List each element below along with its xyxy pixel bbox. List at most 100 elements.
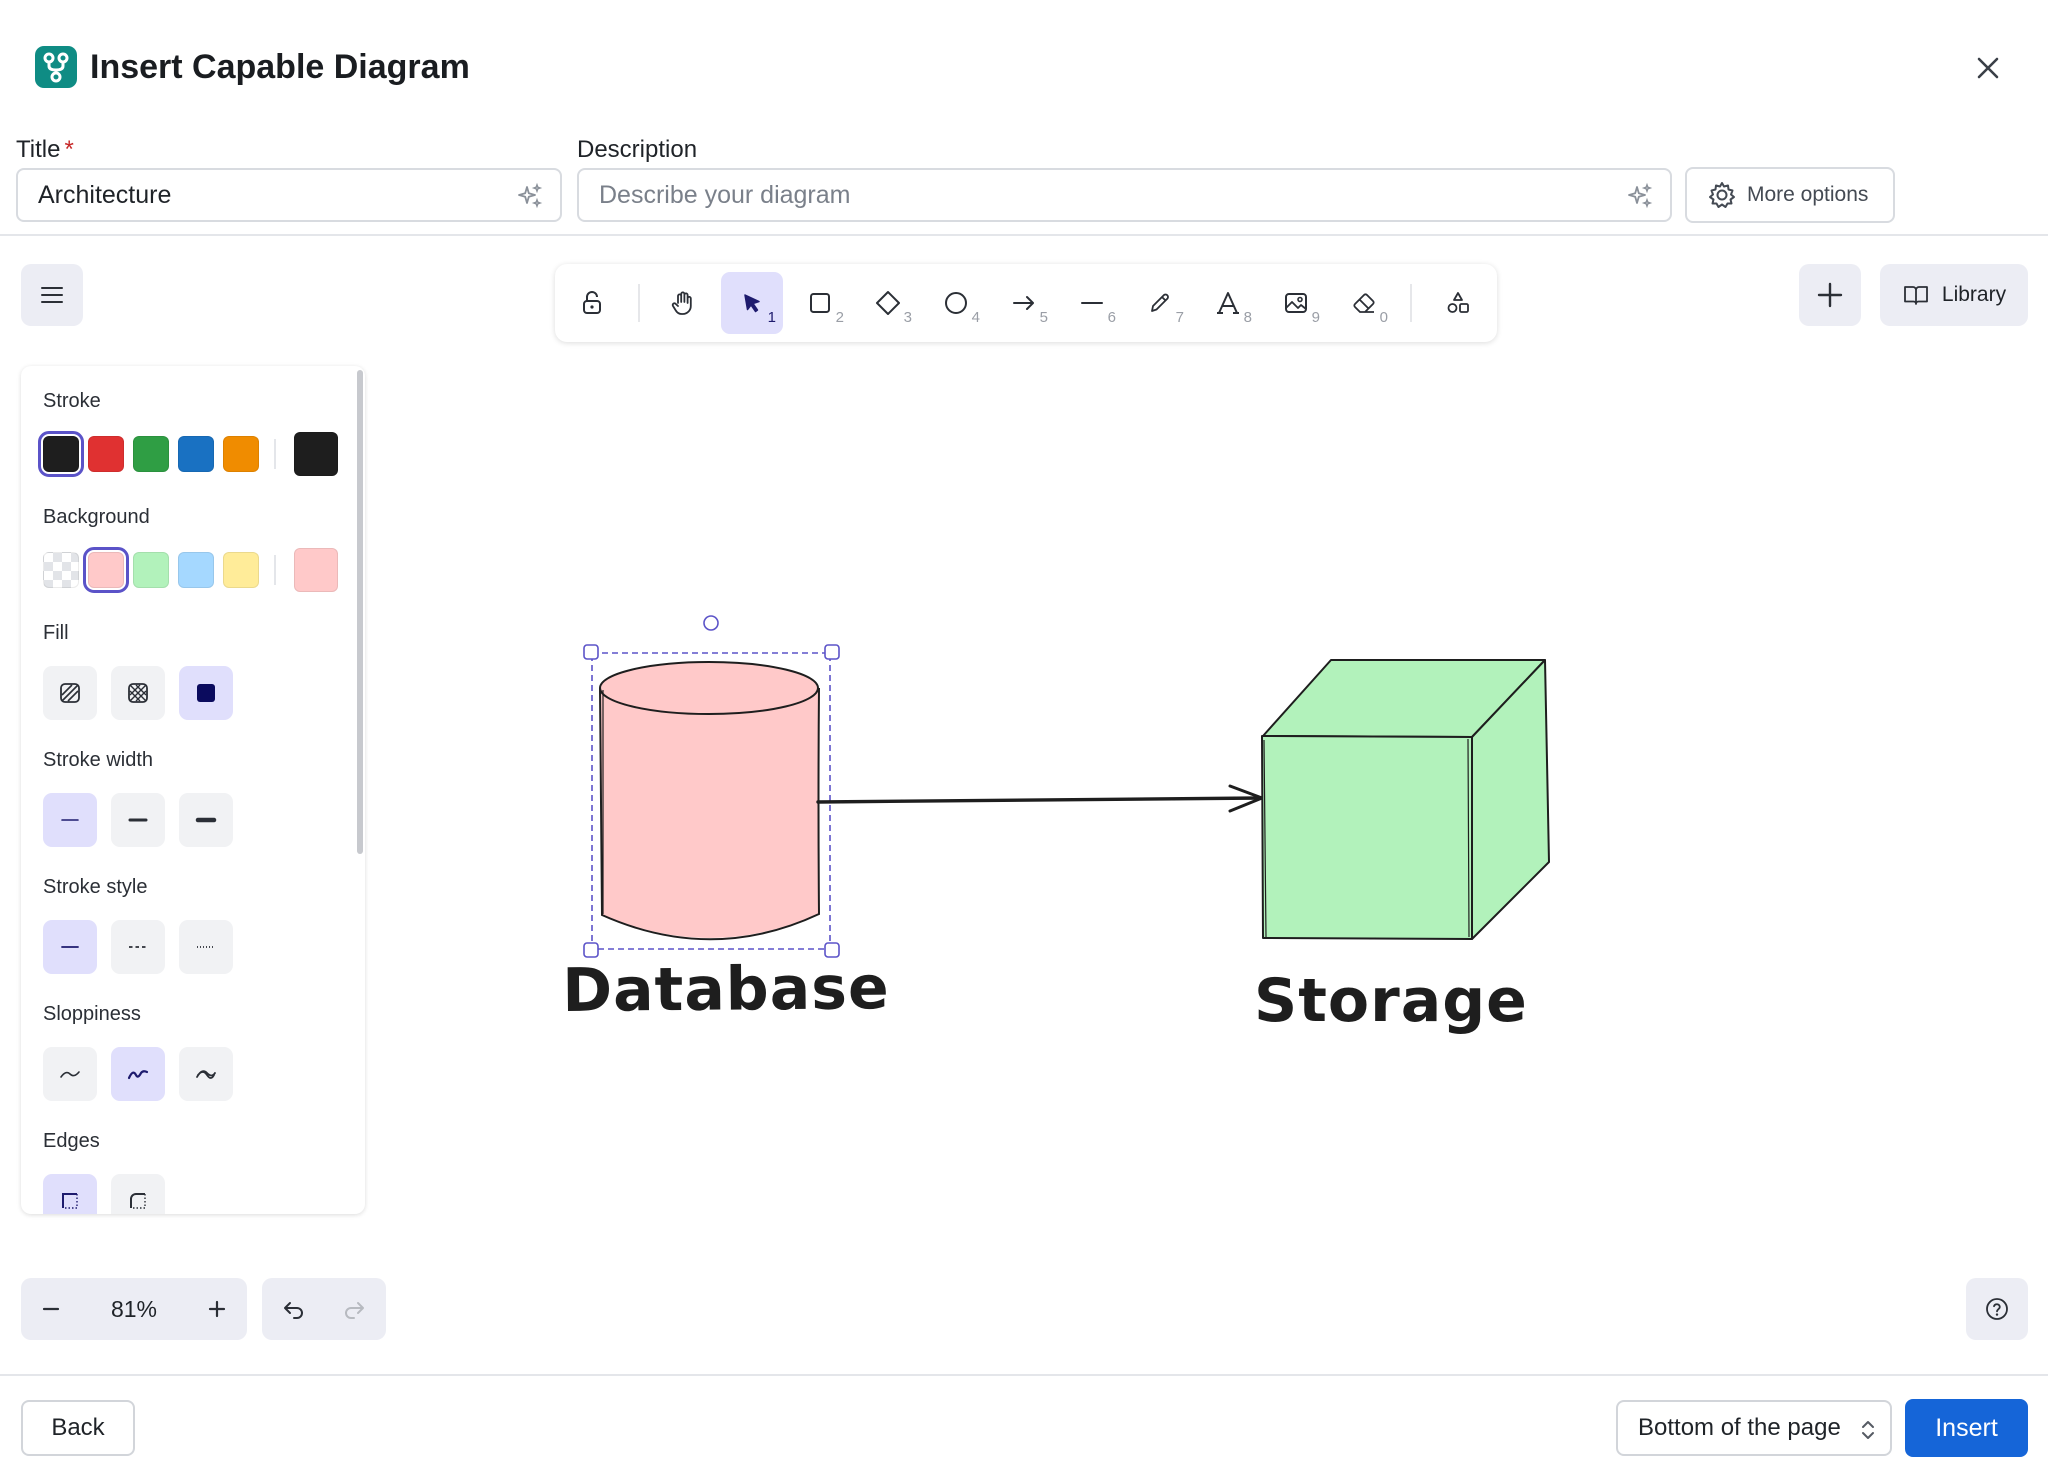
- zoom-out-button[interactable]: [21, 1278, 81, 1340]
- dotted-line-icon: [197, 946, 215, 948]
- stroke-style-dotted-button[interactable]: [179, 920, 233, 974]
- edges-round-button[interactable]: [111, 1174, 165, 1214]
- background-color-pink[interactable]: [83, 547, 129, 593]
- toolbar-divider: [638, 284, 640, 322]
- tool-ellipse[interactable]: 4: [925, 272, 987, 334]
- tool-text[interactable]: 8: [1197, 272, 1259, 334]
- tool-hand[interactable]: [652, 272, 714, 334]
- cross-hatch-icon: [128, 683, 148, 703]
- background-color-yellow[interactable]: [223, 552, 259, 588]
- zoom-controls: 81%: [21, 1278, 247, 1340]
- background-color-transparent[interactable]: [43, 552, 79, 588]
- redo-button[interactable]: [324, 1278, 384, 1340]
- main-menu-button[interactable]: [21, 264, 83, 326]
- description-input[interactable]: [599, 170, 1599, 220]
- gear-icon: [1709, 182, 1735, 208]
- minus-icon: [42, 1307, 60, 1311]
- shortcut-key: 1: [767, 309, 776, 326]
- shortcut-key: 3: [903, 309, 912, 326]
- circle-icon: [945, 292, 967, 314]
- stroke-width-thin-button[interactable]: [43, 793, 97, 847]
- title-input[interactable]: [38, 170, 498, 220]
- tool-shapes[interactable]: [1427, 272, 1489, 334]
- architect-icon: [60, 1071, 80, 1078]
- swatch-divider: [274, 439, 276, 469]
- chevron-up-down-icon: [1862, 1421, 1874, 1439]
- fill-solid-button[interactable]: [179, 666, 233, 720]
- fill-hachure-button[interactable]: [43, 666, 97, 720]
- text-icon: [1217, 292, 1239, 314]
- branch-icon: [43, 52, 69, 83]
- shapes-icon: [1447, 292, 1469, 313]
- more-options-button[interactable]: More options: [1685, 167, 1895, 223]
- zoom-in-button[interactable]: [187, 1278, 247, 1340]
- background-label: Background: [43, 506, 150, 528]
- sparkle-icon[interactable]: [1626, 182, 1654, 210]
- sloppiness-cartoonist-button[interactable]: [179, 1047, 233, 1101]
- stroke-color-red[interactable]: [88, 436, 124, 472]
- required-mark: *: [64, 136, 74, 163]
- undo-icon: [284, 1302, 303, 1319]
- tool-rectangle[interactable]: 2: [789, 272, 851, 334]
- sloppiness-architect-button[interactable]: [43, 1047, 97, 1101]
- sparkle-icon[interactable]: [516, 182, 544, 210]
- bold-line-icon: [128, 818, 148, 822]
- stroke-color-black[interactable]: [38, 431, 84, 477]
- stroke-color-current[interactable]: [294, 432, 338, 476]
- tool-diamond[interactable]: 3: [857, 272, 919, 334]
- stroke-style-dashed-button[interactable]: [111, 920, 165, 974]
- insert-button[interactable]: Insert: [1905, 1399, 2028, 1457]
- sharp-edges-icon: [62, 1193, 78, 1209]
- background-color-current[interactable]: [294, 548, 338, 592]
- back-button[interactable]: Back: [21, 1400, 135, 1456]
- plus-icon: [208, 1300, 226, 1318]
- shortcut-key: 8: [1243, 309, 1252, 326]
- stroke-color-green[interactable]: [133, 436, 169, 472]
- insert-position-value: Bottom of the page: [1638, 1414, 1841, 1441]
- tool-selection[interactable]: 1: [721, 272, 783, 334]
- panel-scrollbar[interactable]: [357, 370, 363, 854]
- shortcut-key: 4: [971, 309, 980, 326]
- tool-eraser[interactable]: 0: [1333, 272, 1395, 334]
- lock-open-icon: [583, 291, 601, 314]
- insert-position-select[interactable]: Bottom of the page: [1616, 1400, 1892, 1456]
- shortcut-key: 9: [1311, 309, 1320, 326]
- database-label[interactable]: Database: [562, 953, 890, 1026]
- dialog-title: Insert Capable Diagram: [90, 48, 470, 86]
- hand-icon: [671, 291, 692, 315]
- tool-image[interactable]: 9: [1265, 272, 1327, 334]
- shortcut-key: 7: [1175, 309, 1184, 326]
- add-button[interactable]: [1799, 264, 1861, 326]
- tool-arrow[interactable]: 5: [993, 272, 1055, 334]
- stroke-color-blue[interactable]: [178, 436, 214, 472]
- arrow-icon: [1013, 296, 1034, 310]
- background-color-blue[interactable]: [178, 552, 214, 588]
- undo-button[interactable]: [264, 1278, 324, 1340]
- help-button[interactable]: [1966, 1278, 2028, 1340]
- hamburger-icon: [41, 287, 63, 303]
- fill-cross-hatch-button[interactable]: [111, 666, 165, 720]
- round-edges-icon: [130, 1193, 146, 1209]
- zoom-level[interactable]: 81%: [81, 1278, 187, 1340]
- stroke-style-solid-button[interactable]: [43, 920, 97, 974]
- title-label: Title *: [16, 134, 74, 166]
- stroke-label: Stroke: [43, 390, 101, 412]
- sloppiness-artist-button[interactable]: [111, 1047, 165, 1101]
- stroke-width-bold-button[interactable]: [111, 793, 165, 847]
- stroke-color-orange[interactable]: [223, 436, 259, 472]
- shortcut-key: 5: [1039, 309, 1048, 326]
- close-button[interactable]: [1968, 48, 2008, 88]
- library-button[interactable]: Library: [1880, 264, 2028, 326]
- storage-label[interactable]: Storage: [1254, 966, 1528, 1036]
- stroke-width-extra-bold-button[interactable]: [179, 793, 233, 847]
- library-label: Library: [1941, 283, 2007, 306]
- tool-line[interactable]: 6: [1061, 272, 1123, 334]
- edges-sharp-button[interactable]: [43, 1174, 97, 1214]
- tool-draw[interactable]: 7: [1129, 272, 1191, 334]
- background-color-green[interactable]: [133, 552, 169, 588]
- hachure-icon: [60, 683, 80, 703]
- eraser-icon: [1353, 293, 1375, 313]
- drawing-toolbar: 1 2 3 4 5 6 7 8 9 0: [555, 264, 1497, 342]
- redo-icon: [345, 1302, 364, 1319]
- tool-lock[interactable]: [561, 272, 623, 334]
